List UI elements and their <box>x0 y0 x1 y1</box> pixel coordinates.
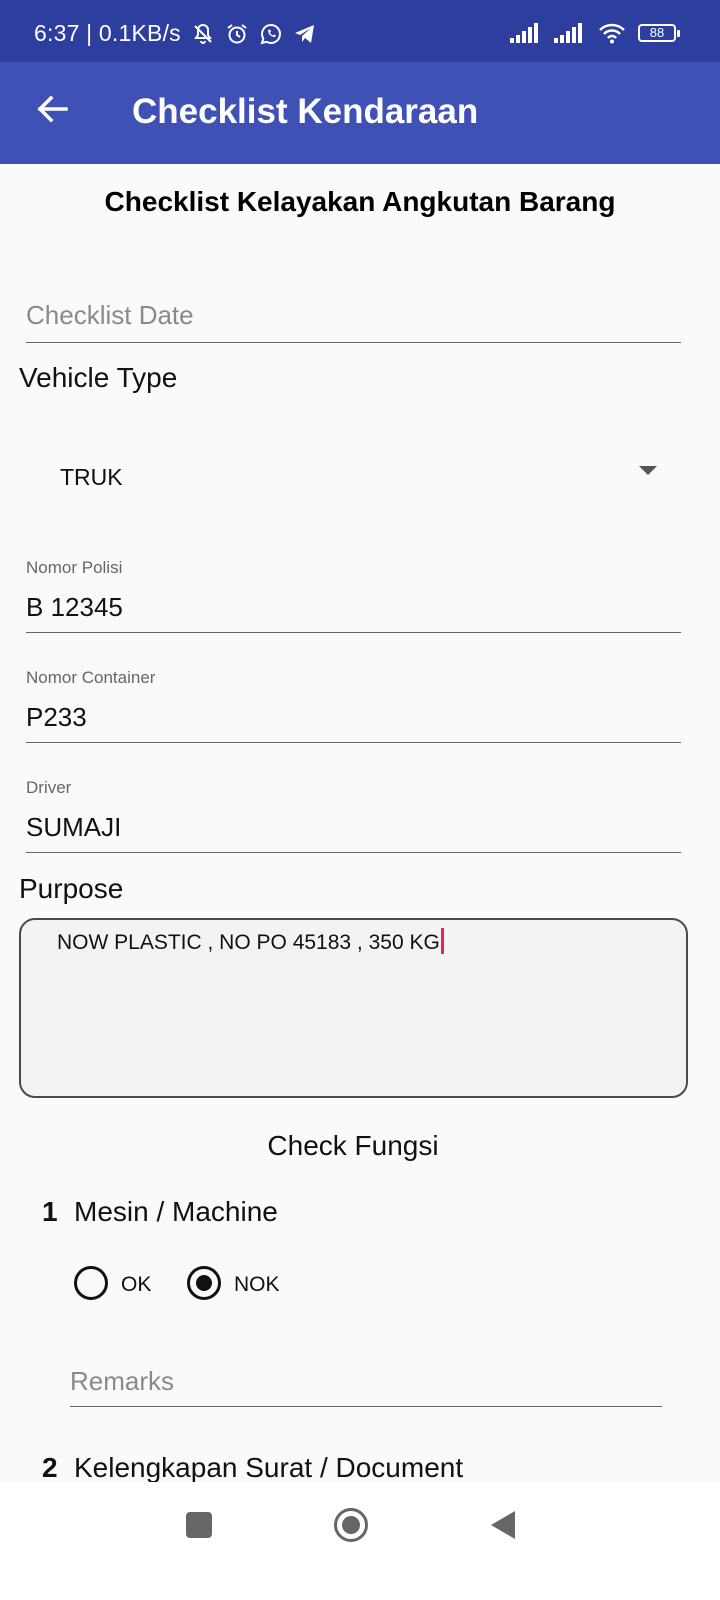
radio-ok-label: OK <box>121 1273 152 1296</box>
item-name-document: Kelengkapan Surat / Document <box>74 1452 464 1483</box>
radio-ok[interactable]: OK <box>74 1266 164 1302</box>
vehicle-type-label: Vehicle Type <box>19 362 178 393</box>
nomor-polisi-label: Nomor Polisi <box>26 558 123 577</box>
alarm-icon <box>227 23 247 43</box>
driver-value: SUMAJI <box>26 812 122 842</box>
signal-icon <box>554 23 582 43</box>
radio-circle-ok[interactable] <box>74 1266 108 1300</box>
driver-field[interactable]: SUMAJI <box>26 812 681 853</box>
driver-label: Driver <box>26 778 72 797</box>
remarks-field[interactable]: Remarks <box>70 1366 662 1407</box>
recent-apps-icon[interactable] <box>185 1511 213 1539</box>
app-title: Checklist Kendaraan <box>132 92 479 131</box>
radio-circle-nok[interactable] <box>187 1266 221 1300</box>
checklist-date-placeholder: Checklist Date <box>26 300 194 330</box>
navigation-bar <box>0 1482 720 1600</box>
nomor-container-value: P233 <box>26 702 87 732</box>
dropdown-caret-icon <box>639 466 657 475</box>
wifi-icon <box>599 23 625 44</box>
radio-nok-label: NOK <box>234 1273 280 1296</box>
nomor-polisi-field[interactable]: B 12345 <box>26 592 681 633</box>
status-time-speed: 6:37 | 0.1KB/s <box>34 20 181 46</box>
back-icon[interactable] <box>489 1509 517 1541</box>
home-icon[interactable] <box>333 1507 369 1543</box>
checklist-date-field[interactable]: Checklist Date <box>26 300 681 343</box>
telegram-icon <box>294 24 314 43</box>
battery-icon: 88 <box>638 24 680 42</box>
check-fungsi-title: Check Fungsi <box>267 1130 439 1161</box>
signal-icon <box>510 23 538 43</box>
nomor-polisi-value: B 12345 <box>26 592 123 622</box>
purpose-textarea[interactable]: NOW PLASTIC , NO PO 45183 , 350 KG <box>19 918 688 1098</box>
remarks-placeholder: Remarks <box>70 1366 175 1396</box>
text-cursor <box>440 928 444 954</box>
purpose-label: Purpose <box>19 873 124 904</box>
nomor-container-field[interactable]: P233 <box>26 702 681 743</box>
purpose-text-line: NOW PLASTIC , NO PO 45183 , 350 KG <box>57 928 444 955</box>
status-bar: 6:37 | 0.1KB/s 88 <box>0 0 720 62</box>
item-number: 1 <box>42 1196 58 1227</box>
form-title: Checklist Kelayakan Angkutan Barang <box>104 186 616 217</box>
vehicle-type-spinner[interactable]: TRUK <box>19 425 679 515</box>
item-number: 2 <box>42 1452 58 1483</box>
radio-nok[interactable]: NOK <box>187 1266 287 1302</box>
item-name-machine: Mesin / Machine <box>74 1196 278 1227</box>
purpose-value: NOW PLASTIC , NO PO 45183 , 350 KG <box>57 931 440 954</box>
vehicle-type-selected: TRUK <box>60 464 123 490</box>
mute-notification-icon <box>194 23 212 44</box>
status-right: 88 <box>510 22 680 44</box>
app-bar: Checklist Kendaraan <box>0 62 720 164</box>
status-left: 6:37 | 0.1KB/s <box>34 20 317 47</box>
nomor-container-label: Nomor Container <box>26 668 156 687</box>
whatsapp-icon <box>260 23 281 44</box>
arrow-left-icon[interactable] <box>32 89 72 129</box>
